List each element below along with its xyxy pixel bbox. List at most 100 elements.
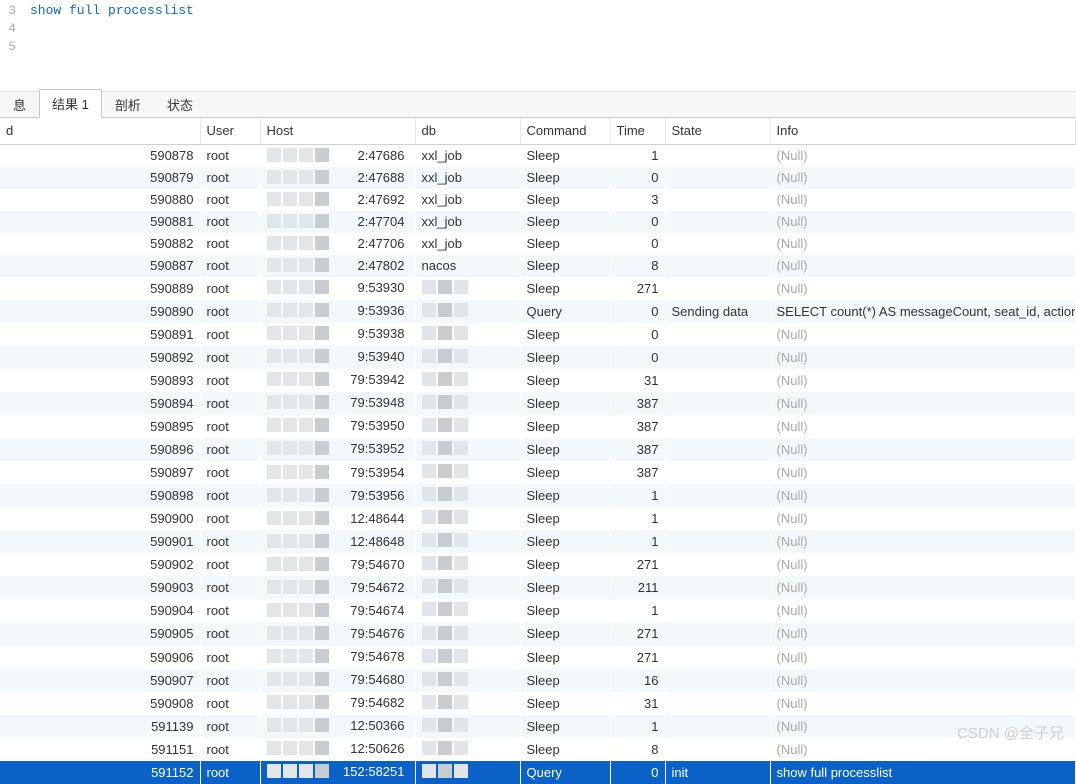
cell-state (665, 189, 770, 211)
cell-host: 2:47706 (260, 233, 415, 255)
col-state[interactable]: State (665, 118, 770, 144)
cell-host: 12:48648 (260, 530, 415, 553)
tab-2[interactable]: 剖析 (102, 90, 154, 118)
cell-command: Sleep (520, 415, 610, 438)
cell-id: 591151 (0, 738, 200, 761)
table-row[interactable]: 590896root79:53952Sleep387(Null) (0, 438, 1076, 461)
cell-host: 79:54676 (260, 622, 415, 645)
table-row[interactable]: 590895root79:53950Sleep387(Null) (0, 415, 1076, 438)
cell-info: (Null) (770, 438, 1076, 461)
table-row[interactable]: 590897root79:53954Sleep387(Null) (0, 461, 1076, 484)
col-id[interactable]: d (0, 118, 200, 144)
table-row[interactable]: 590900root12:48644Sleep1(Null) (0, 507, 1076, 530)
table-row[interactable]: 591151root12:50626Sleep8(Null) (0, 738, 1076, 761)
cell-state (665, 599, 770, 622)
table-row[interactable]: 590889root9:53930Sleep271(Null) (0, 277, 1076, 300)
cell-info: (Null) (770, 738, 1076, 761)
cell-info: (Null) (770, 576, 1076, 599)
cell-db: xxl_job (415, 144, 520, 167)
table-row[interactable]: 591139root12:50366Sleep1(Null) (0, 715, 1076, 738)
table-row[interactable]: 590890root9:53936Query0Sending dataSELEC… (0, 300, 1076, 323)
table-row[interactable]: 590908root79:54682Sleep31(Null) (0, 692, 1076, 715)
cell-user: root (200, 669, 260, 692)
cell-user: root (200, 622, 260, 645)
cell-state (665, 167, 770, 189)
table-row[interactable]: 590905root79:54676Sleep271(Null) (0, 622, 1076, 645)
cell-host: 79:54672 (260, 576, 415, 599)
cell-user: root (200, 323, 260, 346)
cell-time: 8 (610, 255, 665, 277)
line-number-gutter: 3 4 5 (0, 0, 20, 91)
cell-time: 271 (610, 277, 665, 300)
cell-db (415, 461, 520, 484)
cell-state (665, 233, 770, 255)
col-info[interactable]: Info (770, 118, 1076, 144)
table-row[interactable]: 590887root2:47802nacosSleep8(Null) (0, 255, 1076, 277)
cell-info: (Null) (770, 167, 1076, 189)
table-row[interactable]: 590898root79:53956Sleep1(Null) (0, 484, 1076, 507)
col-db[interactable]: db (415, 118, 520, 144)
col-host[interactable]: Host (260, 118, 415, 144)
cell-state (665, 738, 770, 761)
table-row[interactable]: 590891root9:53938Sleep0(Null) (0, 323, 1076, 346)
result-grid[interactable]: d User Host db Command Time State Info 5… (0, 118, 1076, 784)
cell-user: root (200, 277, 260, 300)
col-user[interactable]: User (200, 118, 260, 144)
cell-host: 79:53950 (260, 415, 415, 438)
cell-info: (Null) (770, 277, 1076, 300)
sql-code-area[interactable]: show full processlist (20, 0, 1076, 91)
col-time[interactable]: Time (610, 118, 665, 144)
table-row[interactable]: 590904root79:54674Sleep1(Null) (0, 599, 1076, 622)
cell-host: 9:53936 (260, 300, 415, 323)
cell-time: 0 (610, 167, 665, 189)
cell-user: root (200, 738, 260, 761)
cell-host: 79:54678 (260, 646, 415, 669)
cell-db (415, 669, 520, 692)
tab-0[interactable]: 息 (0, 90, 39, 118)
cell-info: (Null) (770, 461, 1076, 484)
table-row[interactable]: 590894root79:53948Sleep387(Null) (0, 392, 1076, 415)
table-row[interactable]: 590879root2:47688xxl_jobSleep0(Null) (0, 167, 1076, 189)
table-row[interactable]: 590901root12:48648Sleep1(Null) (0, 530, 1076, 553)
cell-time: 3 (610, 189, 665, 211)
cell-info: (Null) (770, 599, 1076, 622)
table-row[interactable]: 590880root2:47692xxl_jobSleep3(Null) (0, 189, 1076, 211)
table-row[interactable]: 590903root79:54672Sleep211(Null) (0, 576, 1076, 599)
table-row[interactable]: 590892root9:53940Sleep0(Null) (0, 346, 1076, 369)
cell-host: 79:54674 (260, 599, 415, 622)
tab-1[interactable]: 结果 1 (39, 89, 102, 118)
cell-user: root (200, 761, 260, 784)
cell-user: root (200, 553, 260, 576)
cell-command: Sleep (520, 189, 610, 211)
cell-info: (Null) (770, 415, 1076, 438)
table-row[interactable]: 590878root2:47686xxl_jobSleep1(Null) (0, 144, 1076, 167)
cell-host: 12:50626 (260, 738, 415, 761)
cell-id: 590896 (0, 438, 200, 461)
table-row[interactable]: 590882root2:47706xxl_jobSleep0(Null) (0, 233, 1076, 255)
table-row[interactable]: 590906root79:54678Sleep271(Null) (0, 646, 1076, 669)
cell-info: (Null) (770, 669, 1076, 692)
cell-id: 590891 (0, 323, 200, 346)
cell-state (665, 211, 770, 233)
cell-id: 590904 (0, 599, 200, 622)
col-command[interactable]: Command (520, 118, 610, 144)
cell-id: 590898 (0, 484, 200, 507)
table-row[interactable]: 590902root79:54670Sleep271(Null) (0, 553, 1076, 576)
cell-info: (Null) (770, 392, 1076, 415)
table-row[interactable]: 590881root2:47704xxl_jobSleep0(Null) (0, 211, 1076, 233)
cell-state (665, 553, 770, 576)
table-row[interactable]: 591152root152:58251Query0initshow full p… (0, 761, 1076, 784)
cell-time: 0 (610, 323, 665, 346)
cell-host: 9:53940 (260, 346, 415, 369)
cell-user: root (200, 692, 260, 715)
sql-editor[interactable]: 3 4 5 show full processlist (0, 0, 1076, 92)
cell-time: 271 (610, 553, 665, 576)
table-row[interactable]: 590907root79:54680Sleep16(Null) (0, 669, 1076, 692)
tab-3[interactable]: 状态 (154, 90, 206, 118)
cell-db (415, 277, 520, 300)
cell-user: root (200, 530, 260, 553)
cell-db: nacos (415, 255, 520, 277)
cell-db: xxl_job (415, 189, 520, 211)
cell-state (665, 576, 770, 599)
table-row[interactable]: 590893root79:53942Sleep31(Null) (0, 369, 1076, 392)
